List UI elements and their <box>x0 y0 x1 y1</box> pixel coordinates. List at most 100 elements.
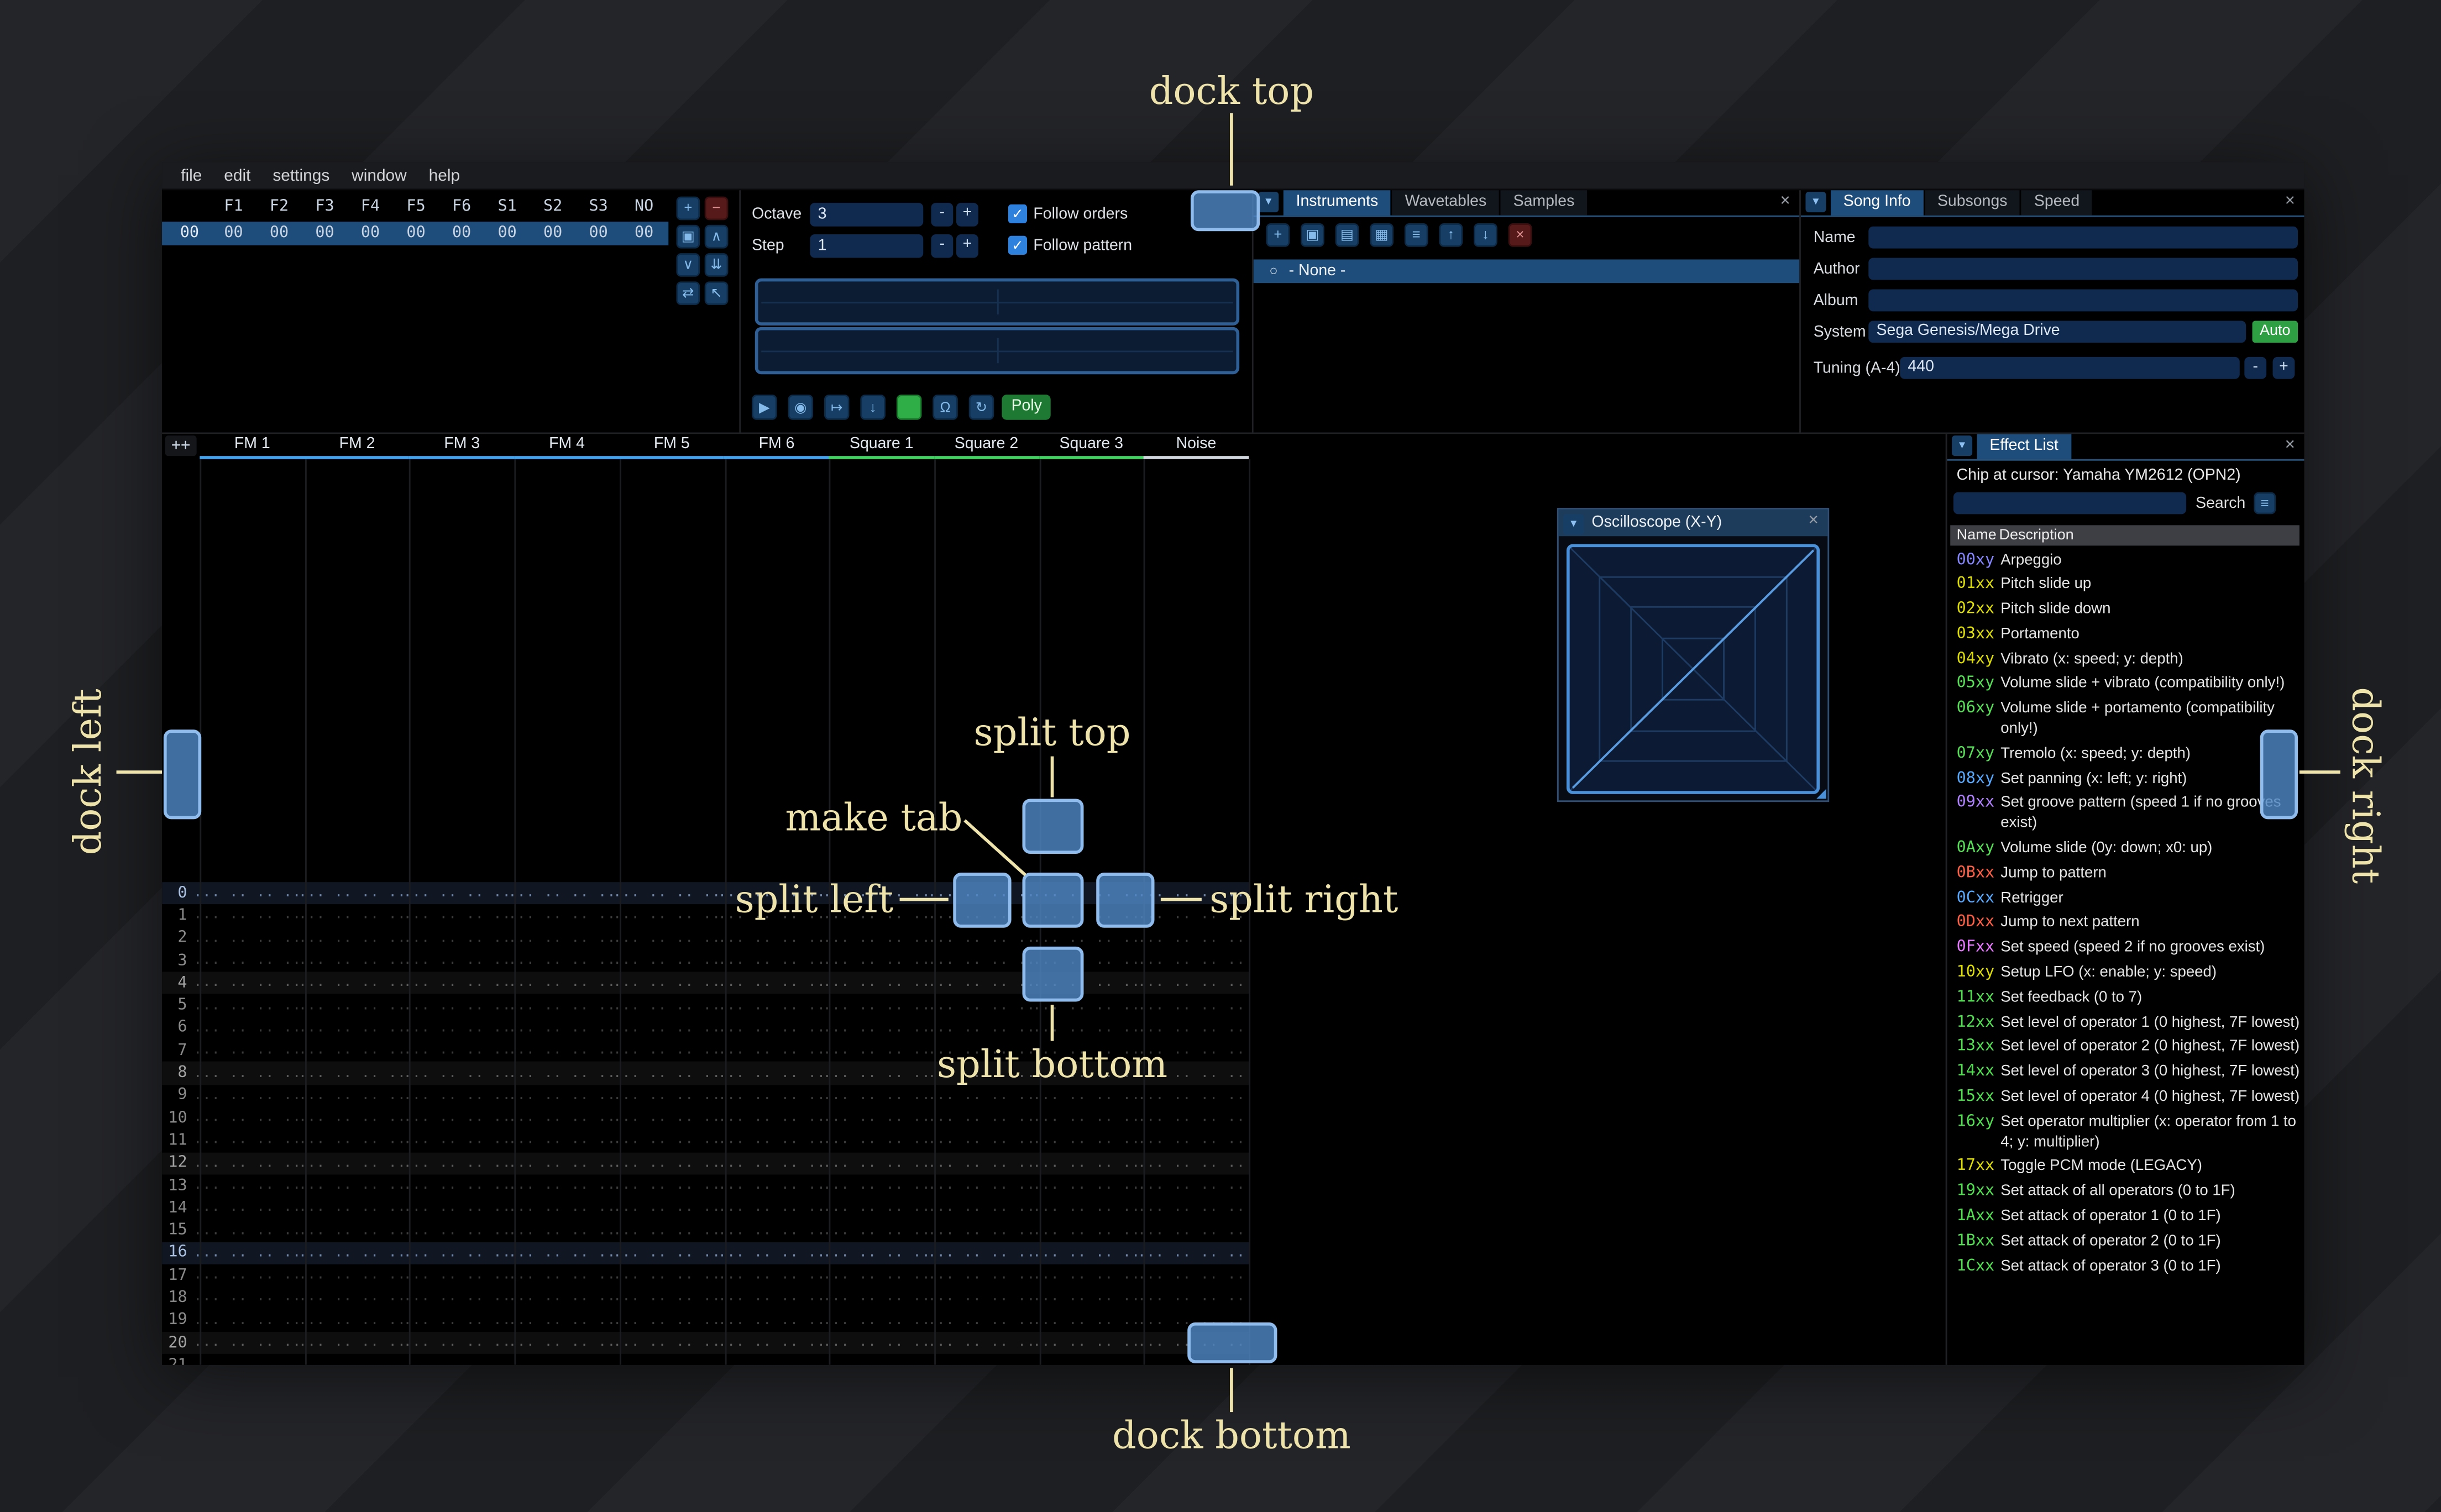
pattern-cell[interactable]: ... .. .. .. <box>403 998 510 1014</box>
order-cell-f6[interactable]: 00 <box>439 225 485 242</box>
pattern-cell[interactable]: ... .. .. .. <box>1033 1335 1140 1351</box>
pattern-cell[interactable]: ... .. .. .. <box>403 1245 510 1261</box>
pattern-cell[interactable]: ... .. .. .. <box>613 1065 720 1081</box>
pattern-cell[interactable]: ... .. .. .. <box>823 953 930 968</box>
close-icon[interactable]: × <box>2281 435 2299 454</box>
pattern-cell[interactable]: ... .. .. .. <box>403 931 510 946</box>
pattern-cell[interactable]: ... .. .. .. <box>508 1358 615 1365</box>
repeat-pattern-button[interactable]: ↻ <box>968 395 994 420</box>
pattern-cell[interactable]: ... .. .. .. <box>508 1178 615 1193</box>
play-pattern-button[interactable]: ◉ <box>788 395 814 420</box>
octave-input[interactable]: 3 <box>810 203 924 227</box>
pattern-cell[interactable]: ... .. .. .. <box>403 975 510 991</box>
effect-row-1bxx[interactable]: 1Bxx Set attack of operator 2 (0 to 1F) <box>1947 1230 2304 1255</box>
pattern-cell[interactable]: ... .. .. .. <box>508 1043 615 1058</box>
pattern-cell[interactable]: ... .. .. .. <box>403 1335 510 1351</box>
tuning-decrease-button[interactable]: - <box>2244 356 2267 379</box>
channel-header-square-1[interactable]: Square 1 <box>829 434 934 459</box>
pattern-cell[interactable]: ... .. .. .. <box>823 1313 930 1328</box>
pattern-cell[interactable]: ... .. .. .. <box>193 1020 301 1036</box>
pattern-cell[interactable]: ... .. .. .. <box>823 931 930 946</box>
effect-row-04xy[interactable]: 04xy Vibrato (x: speed; y: depth) <box>1947 648 2304 673</box>
pattern-cell[interactable]: ... .. .. .. <box>193 1200 301 1216</box>
open-instrument-button[interactable]: ▤ <box>1335 223 1359 247</box>
pattern-cell[interactable]: ... .. .. .. <box>823 1110 930 1126</box>
pattern-cell[interactable]: ... .. .. .. <box>718 1088 825 1103</box>
channel-header-fm-3[interactable]: FM 3 <box>409 434 515 459</box>
pattern-cell[interactable]: ... .. .. .. <box>613 908 720 923</box>
collapse-icon[interactable]: ▼ <box>1805 192 1826 213</box>
order-cell-f5[interactable]: 00 <box>393 225 439 242</box>
pattern-cell[interactable]: ... .. .. .. <box>1138 1178 1245 1193</box>
effect-row-00xy[interactable]: 00xy Arpeggio <box>1947 549 2304 574</box>
pattern-cell[interactable]: ... .. .. .. <box>718 1290 825 1306</box>
pattern-cell[interactable]: ... .. .. .. <box>193 1290 301 1306</box>
pattern-cell[interactable]: ... .. .. .. <box>718 1245 825 1261</box>
pattern-cell[interactable]: ... .. .. .. <box>298 1358 406 1365</box>
pattern-cell[interactable]: ... .. .. .. <box>928 953 1035 968</box>
order-cell-f2[interactable]: 00 <box>256 225 302 242</box>
pattern-cell[interactable]: ... .. .. .. <box>1138 931 1245 946</box>
pattern-cell[interactable]: ... .. .. .. <box>298 975 406 991</box>
pattern-cell[interactable]: ... .. .. .. <box>613 953 720 968</box>
pattern-cell[interactable]: ... .. .. .. <box>823 1155 930 1170</box>
tab-subsongs[interactable]: Subsongs <box>1925 190 2020 216</box>
pattern-cell[interactable]: ... .. .. .. <box>613 1358 720 1365</box>
pattern-cell[interactable]: ... .. .. .. <box>823 1133 930 1148</box>
effect-row-08xy[interactable]: 08xy Set panning (x: left; y: right) <box>1947 768 2304 792</box>
pattern-cell[interactable]: ... .. .. .. <box>613 1155 720 1170</box>
pattern-cell[interactable]: ... .. .. .. <box>298 1178 406 1193</box>
pattern-cell[interactable]: ... .. .. .. <box>613 885 720 901</box>
pattern-cell[interactable]: ... .. .. .. <box>193 1155 301 1170</box>
pattern-cell[interactable]: ... .. .. .. <box>298 1268 406 1283</box>
effect-row-0fxx[interactable]: 0Fxx Set speed (speed 2 if no grooves exi… <box>1947 937 2304 962</box>
pattern-cell[interactable]: ... .. .. .. <box>613 1110 720 1126</box>
octave-increase-button[interactable]: + <box>956 203 978 227</box>
tab-samples[interactable]: Samples <box>1500 190 1588 216</box>
pattern-cell[interactable]: ... .. .. .. <box>613 931 720 946</box>
pattern-cell[interactable]: ... .. .. .. <box>718 1358 825 1365</box>
duplicate-instrument-button[interactable]: ▣ <box>1301 223 1324 247</box>
channel-header-square-2[interactable]: Square 2 <box>934 434 1039 459</box>
collapse-icon[interactable]: ▼ <box>1563 513 1584 534</box>
move-instrument-up-button[interactable]: ↑ <box>1439 223 1463 247</box>
order-cell-f4[interactable]: 00 <box>348 225 394 242</box>
author-field[interactable] <box>1868 258 2298 280</box>
pattern-cell[interactable]: ... .. .. .. <box>298 1200 406 1216</box>
pattern-cell[interactable]: ... .. .. .. <box>403 1043 510 1058</box>
delete-instrument-button[interactable]: × <box>1508 223 1532 247</box>
dock-right-target[interactable] <box>2260 729 2298 820</box>
pattern-cell[interactable]: ... .. .. .. <box>1138 1200 1245 1216</box>
pattern-cell[interactable]: ... .. .. .. <box>508 1110 615 1126</box>
pattern-cell[interactable]: ... .. .. .. <box>823 1358 930 1365</box>
pattern-cell[interactable]: ... .. .. .. <box>823 975 930 991</box>
effect-row-17xx[interactable]: 17xx Toggle PCM mode (LEGACY) <box>1947 1156 2304 1180</box>
order-cell-f1[interactable]: 00 <box>211 225 256 242</box>
pattern-cell[interactable]: ... .. .. .. <box>298 1110 406 1126</box>
add-instrument-button[interactable]: + <box>1266 223 1290 247</box>
pattern-cell[interactable]: ... .. .. .. <box>298 1223 406 1238</box>
pattern-cell[interactable]: ... .. .. .. <box>193 1268 301 1283</box>
resize-grip-icon[interactable]: ◢ <box>1816 787 1826 801</box>
pattern-cell[interactable]: ... .. .. .. <box>508 1133 615 1148</box>
effect-row-14xx[interactable]: 14xx Set level of operator 3 (0 highest, … <box>1947 1061 2304 1086</box>
pattern-cell[interactable]: ... .. .. .. <box>1138 1223 1245 1238</box>
channel-header-fm-2[interactable]: FM 2 <box>305 434 410 459</box>
pattern-cell[interactable]: ... .. .. .. <box>403 1020 510 1036</box>
order-cell-s3[interactable]: 00 <box>575 225 621 242</box>
pattern-cell[interactable]: ... .. .. .. <box>613 998 720 1014</box>
pattern-cell[interactable]: ... .. .. .. <box>298 1133 406 1148</box>
pattern-cell[interactable]: ... .. .. .. <box>508 1335 615 1351</box>
effect-row-0bxx[interactable]: 0Bxx Jump to pattern <box>1947 862 2304 887</box>
split-bottom-target[interactable] <box>1022 946 1084 1002</box>
pattern-cell[interactable]: ... .. .. .. <box>193 1133 301 1148</box>
pattern-cell[interactable]: ... .. .. .. <box>298 1335 406 1351</box>
pattern-cell[interactable]: ... .. .. .. <box>403 885 510 901</box>
pattern-cell[interactable]: ... .. .. .. <box>613 1268 720 1283</box>
pattern-cell[interactable]: ... .. .. .. <box>718 975 825 991</box>
pattern-cell[interactable]: ... .. .. .. <box>823 1043 930 1058</box>
pattern-cell[interactable]: ... .. .. .. <box>508 975 615 991</box>
pattern-cell[interactable]: ... .. .. .. <box>823 1223 930 1238</box>
pattern-cell[interactable]: ... .. .. .. <box>403 1313 510 1328</box>
pattern-cell[interactable]: ... .. .. .. <box>1033 931 1140 946</box>
